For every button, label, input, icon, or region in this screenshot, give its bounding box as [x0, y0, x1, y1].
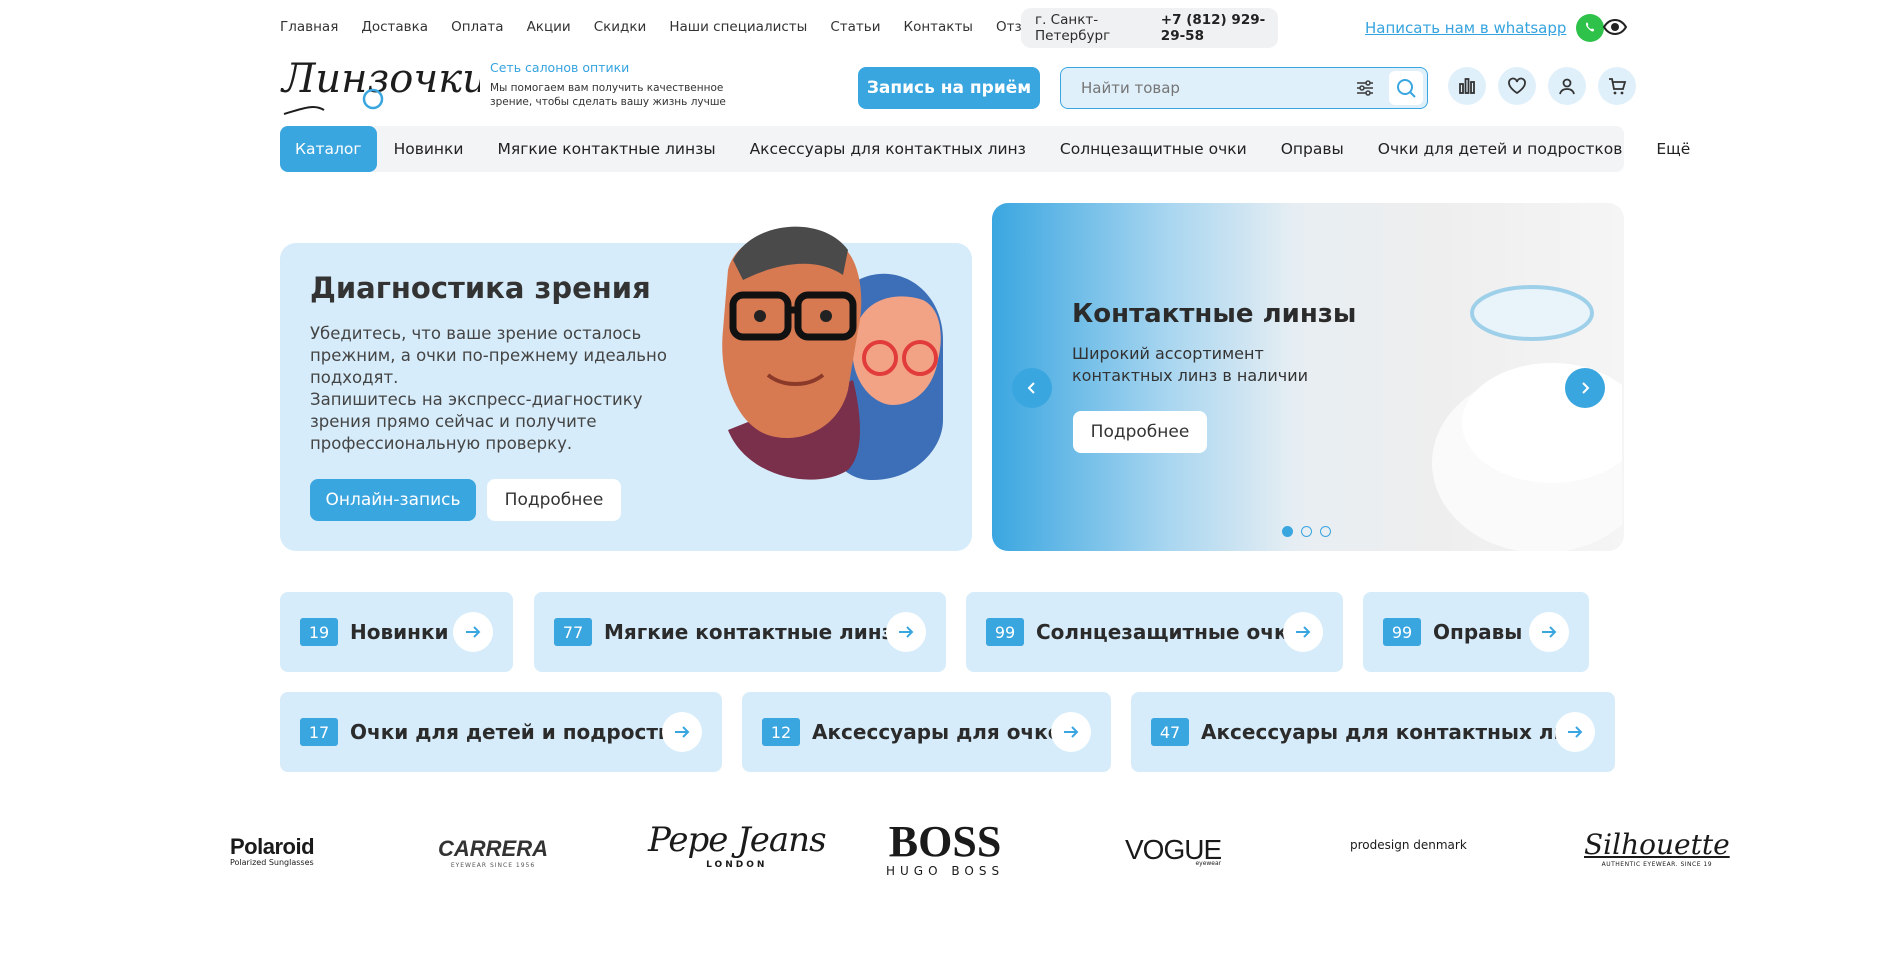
arrow-right-icon[interactable] [886, 612, 926, 652]
favorites-heart-icon[interactable] [1498, 67, 1536, 105]
brand-logo-carrera[interactable]: CARRERA EYEWEAR SINCE 1956 [438, 836, 548, 869]
top-link-delivery[interactable]: Доставка [361, 19, 428, 35]
category-count: 12 [762, 718, 800, 746]
nav-catalog[interactable]: Каталог [280, 126, 377, 172]
appointment-button[interactable]: Запись на приём [858, 67, 1040, 109]
category-tile-glasses-accessories[interactable]: 12 Аксессуары для очков [742, 692, 1111, 772]
diagnostics-more-button[interactable]: Подробнее [487, 479, 621, 521]
category-name: Солнцезащитные очки [1036, 620, 1302, 644]
slide-title: Контактные линзы [1072, 299, 1357, 329]
category-name: Новинки [350, 620, 449, 644]
slide-more-button[interactable]: Подробнее [1073, 411, 1207, 453]
slider-dot-2[interactable] [1301, 526, 1312, 537]
online-booking-button[interactable]: Онлайн-запись [310, 479, 476, 521]
nav-sunglasses[interactable]: Солнцезащитные очки [1043, 126, 1264, 172]
catalog-nav: Каталог Новинки Мягкие контактные линзы … [280, 126, 1690, 172]
brand-logo-polaroid[interactable]: Polaroid Polarized Sunglasses [230, 834, 315, 867]
arrow-right-icon[interactable] [1529, 612, 1569, 652]
diagnostics-text: Убедитесь, что ваше зрение осталось преж… [310, 324, 667, 453]
search-input[interactable] [1081, 79, 1341, 97]
filter-icon[interactable] [1355, 78, 1375, 102]
top-link-contacts[interactable]: Контакты [903, 19, 972, 35]
nav-lens-accessories[interactable]: Аксессуары для контактных линз [733, 126, 1043, 172]
header: Линзочки Сеть салонов оптики Мы помогаем… [280, 52, 1636, 122]
tagline-text: Мы помогаем вам получить качественное зр… [490, 82, 726, 108]
slider-prev-arrow-icon[interactable] [1012, 368, 1052, 408]
diagnostics-title: Диагностика зрения [310, 271, 651, 305]
top-link-articles[interactable]: Статьи [830, 19, 880, 35]
category-count: 19 [300, 618, 338, 646]
top-link-payment[interactable]: Оплата [451, 19, 504, 35]
search-button[interactable] [1389, 71, 1423, 105]
category-name: Оправы [1433, 620, 1523, 644]
brand-logo-boss[interactable]: BOSS HUGO BOSS [886, 820, 1004, 879]
arrow-right-icon[interactable] [1555, 712, 1595, 752]
whatsapp-icon[interactable] [1576, 14, 1605, 42]
category-count: 77 [554, 618, 592, 646]
category-count: 17 [300, 718, 338, 746]
brand-logo-prodesign[interactable]: prodesign denmark [1350, 838, 1467, 852]
phone-number[interactable]: +7 (812) 929-29-58 [1161, 12, 1278, 44]
slider-next-arrow-icon[interactable] [1565, 368, 1605, 408]
city-selector[interactable]: г. Санкт-Петербург [1035, 12, 1145, 44]
top-link-discounts[interactable]: Скидки [594, 19, 647, 35]
characters-illustration [688, 200, 998, 510]
city-phone-box: г. Санкт-Петербург +7 (812) 929-29-58 [1021, 8, 1278, 48]
tagline-title: Сеть салонов оптики [490, 60, 630, 75]
category-count: 99 [1383, 618, 1421, 646]
category-count: 99 [986, 618, 1024, 646]
search-icon [1397, 79, 1416, 98]
header-icons [1448, 67, 1636, 105]
top-link-promotions[interactable]: Акции [527, 19, 571, 35]
top-bar: Главная Доставка Оплата Акции Скидки Наш… [280, 8, 1628, 48]
slider-dots [1282, 526, 1331, 537]
lenses-slider: Контактные линзы Широкий ассортимент кон… [992, 203, 1624, 551]
brand-logo-vogue[interactable]: VOGUE eyewear [1125, 834, 1222, 867]
category-count: 47 [1151, 718, 1189, 746]
category-tile-new[interactable]: 19 Новинки [280, 592, 513, 672]
category-name: Мягкие контактные линзы [604, 620, 912, 644]
top-link-specialists[interactable]: Наши специалисты [669, 19, 807, 35]
category-tile-frames[interactable]: 99 Оправы [1363, 592, 1589, 672]
cart-icon[interactable] [1598, 67, 1636, 105]
slide-text: Широкий ассортимент контактных линз в на… [1072, 344, 1309, 385]
search-box [1060, 67, 1428, 109]
slider-dot-3[interactable] [1320, 526, 1331, 537]
slider-dot-1[interactable] [1282, 526, 1293, 537]
nav-more[interactable]: Ещё [1639, 126, 1707, 172]
nav-frames[interactable]: Оправы [1264, 126, 1361, 172]
nav-new[interactable]: Новинки [377, 126, 481, 172]
category-tile-soft-lenses[interactable]: 77 Мягкие контактные линзы [534, 592, 946, 672]
category-name: Аксессуары для очков [812, 720, 1075, 744]
user-icon[interactable] [1548, 67, 1586, 105]
arrow-right-icon[interactable] [1051, 712, 1091, 752]
category-name: Очки для детей и подростков [350, 720, 698, 744]
category-tile-kids-glasses[interactable]: 17 Очки для детей и подростков [280, 692, 722, 772]
brand-logo-pepe-jeans[interactable]: Pepe Jeans LONDON [648, 820, 827, 870]
tagline: Сеть салонов оптики Мы помогаем вам полу… [490, 60, 730, 109]
whatsapp-link[interactable]: Написать нам в whatsapp [1365, 19, 1566, 37]
arrow-right-icon[interactable] [1283, 612, 1323, 652]
arrow-right-icon[interactable] [662, 712, 702, 752]
site-logo[interactable]: Линзочки [280, 52, 488, 118]
whatsapp-block: Написать нам в whatsapp [1365, 14, 1605, 42]
top-link-home[interactable]: Главная [280, 19, 338, 35]
nav-kids-glasses[interactable]: Очки для детей и подростков [1361, 126, 1640, 172]
category-tile-sunglasses[interactable]: 99 Солнцезащитные очки [966, 592, 1343, 672]
brands-strip: Polaroid Polarized Sunglasses CARRERA EY… [220, 820, 1730, 900]
nav-soft-lenses[interactable]: Мягкие контактные линзы [481, 126, 733, 172]
category-name: Аксессуары для контактных линз [1201, 720, 1593, 744]
accessibility-eye-icon[interactable] [1602, 14, 1628, 40]
top-links: Главная Доставка Оплата Акции Скидки Наш… [280, 19, 1051, 35]
brand-logo-silhouette[interactable]: Silhouette AUTHENTIC EYEWEAR. SINCE 19 [1584, 828, 1730, 868]
arrow-right-icon[interactable] [453, 612, 493, 652]
category-tile-lens-accessories[interactable]: 47 Аксессуары для контактных линз [1131, 692, 1615, 772]
compare-icon[interactable] [1448, 67, 1486, 105]
